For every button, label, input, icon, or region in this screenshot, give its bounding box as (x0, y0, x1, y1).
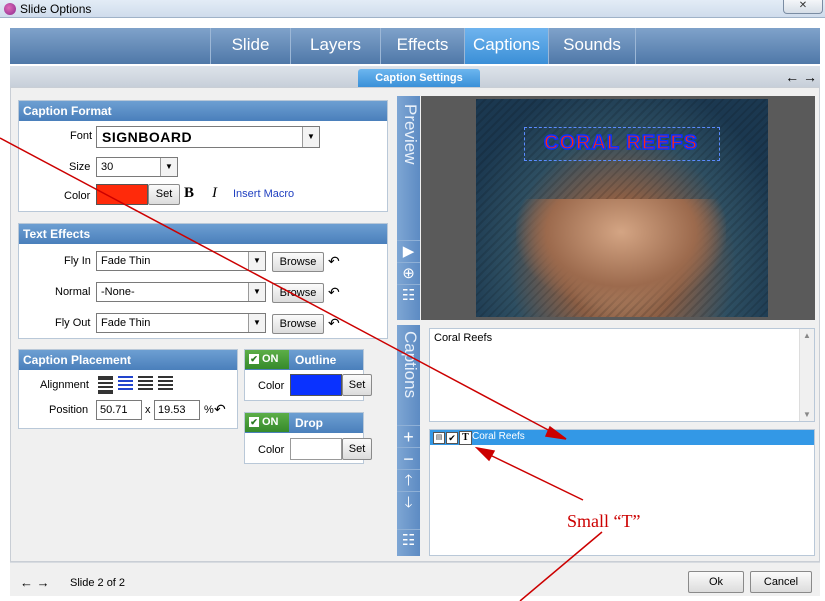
annotation-arrowhead (474, 446, 496, 462)
annotation-arrow-line (519, 531, 603, 601)
annotation-arrowhead (544, 425, 567, 440)
annotation-arrow-line (0, 137, 553, 433)
annotation-arrow-line (489, 454, 584, 501)
annotation-overlay (0, 137, 603, 601)
annotation-label: Small “T” (567, 511, 641, 531)
